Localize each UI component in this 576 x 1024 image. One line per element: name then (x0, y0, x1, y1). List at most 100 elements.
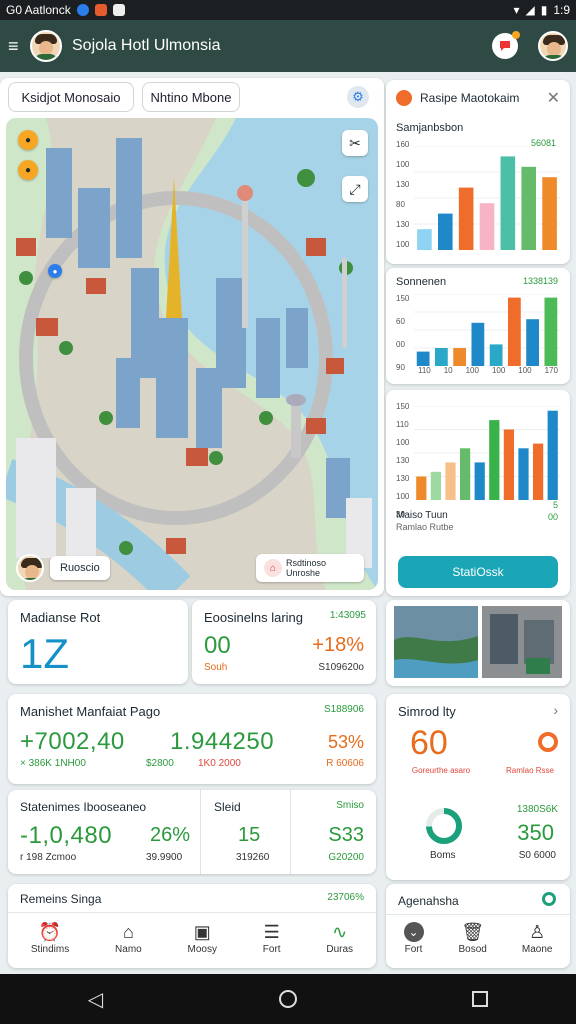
tab-duras[interactable]: ∿ Duras (326, 922, 353, 955)
back-icon[interactable]: ◁ (88, 987, 103, 1012)
bar-chart-2 (414, 294, 560, 366)
chart-bar (489, 420, 500, 500)
market-value-2: 1.944250 (170, 728, 275, 755)
home-icon: ⌂ (122, 922, 134, 942)
tab-fort[interactable]: ☰ Fort (263, 922, 281, 955)
app-title: Sojola Hotl Ulmonsia (72, 37, 221, 54)
chart-bar (474, 462, 485, 500)
menu-icon[interactable]: ≡ (8, 36, 24, 57)
chart-card-2: Sonnenen 1338139 150 60 00 90 110 10 100 100 1… (386, 268, 570, 384)
chevron-right-icon[interactable]: › (553, 702, 558, 718)
chart-bar (542, 177, 557, 250)
kpi-card-2[interactable]: Eoosinelns laring 1:43095 00 +18% Souh S… (192, 600, 376, 684)
marker-icon[interactable]: ● (18, 160, 38, 180)
simplify-card[interactable]: Simrod lty › 60 Goreurthe asaro Ramlao R… (386, 694, 570, 880)
rates-card[interactable]: Statenimes Ibooseaneo -1,0,480 26% r 198… (8, 790, 376, 874)
rates-col-label: Sleid (214, 800, 241, 814)
chart-bar (453, 348, 467, 366)
chart2-xticks: 110 10 100 100 100 170 (418, 366, 558, 375)
pin-icon: ⌂ (264, 559, 282, 577)
status-left-text: G0 Aatlonck (6, 3, 71, 17)
user-icon: ♙ (529, 922, 546, 942)
avatar[interactable] (30, 30, 62, 62)
chart-bar (500, 156, 516, 250)
chart1-yticks: 160 100 130 80 130 100 (396, 140, 410, 249)
marker-icon[interactable]: ● (18, 130, 38, 150)
bar-chart-3 (414, 406, 560, 500)
simplify-sub-2: Ramlao Rsse (505, 766, 554, 775)
chart-bar (417, 229, 432, 250)
kpi1-label: Madianse Rot (20, 610, 101, 625)
market-label: Manishet Manfaiat Pago (20, 704, 161, 719)
tab-right-maone[interactable]: ♙ Maone (522, 922, 553, 955)
location-pin-icon[interactable]: ● (48, 264, 62, 278)
chart2-value: 1338139 (522, 276, 558, 286)
wifi-icon: ▾ (513, 3, 520, 17)
tab-namo[interactable]: ⌂ Namo (115, 922, 142, 955)
rates-col-value: 15 (238, 824, 261, 846)
clock: 1:9 (553, 3, 570, 17)
tab-moosy[interactable]: ▣ Moosy (188, 922, 217, 955)
bottom-tab-card: Remeins Singa 23706% ⏰ Stindims ⌂ Namo ▣ Mo… (8, 884, 376, 968)
photo-thumbnails[interactable] (386, 600, 570, 686)
chart-bar (503, 429, 515, 500)
status-icon (542, 892, 556, 906)
rates-value-2: 26% (150, 824, 191, 846)
location-chip[interactable]: Ksidjot Monosaio (8, 82, 134, 112)
bar-chart-1 (414, 146, 560, 250)
filter-chip[interactable]: Nhtino Mbone (142, 82, 240, 112)
rates-label: Statenimes Ibooseaneo (20, 800, 147, 814)
chart1-subtitle: Samjanbsbon (396, 122, 464, 134)
city-map[interactable]: ✂ ⤢ ● ● ● Ruoscio ⌂ Rsdtinoso Unroshe (6, 118, 378, 590)
kpi2-value: 00 (204, 632, 231, 659)
kpi2-top-right: 1:43095 (329, 610, 366, 621)
chart-bar (416, 476, 427, 500)
right-card-label: Agenahsha (398, 894, 459, 908)
avatar (16, 554, 44, 582)
chart-bar (479, 203, 495, 250)
chart-card-1: Rasipe Maotokaim ✕ Samjanbsbon 56081 160… (386, 80, 570, 264)
right-tab-card: Agenahsha ⌄ Fort 🗑 Bosod ♙ Maone (386, 884, 570, 968)
chart-bar (532, 443, 544, 500)
market-sub-4: R 60606 (326, 758, 364, 769)
chart-bar (471, 322, 485, 366)
stats-button[interactable]: StatiOssk (398, 556, 558, 588)
kpi2-sub-left: Souh (204, 662, 228, 673)
simplify-sub-1: Goreurthe asaro (411, 766, 471, 775)
profile-avatar[interactable] (538, 31, 568, 61)
close-icon[interactable]: ✕ (547, 88, 560, 108)
system-nav-bar: ◁ (0, 974, 576, 1024)
list-icon: ☰ (263, 922, 280, 942)
kpi2-delta: +18% (312, 634, 364, 656)
market-sub-3: 1K0 2000 (198, 758, 241, 769)
trend-icon: ∿ (332, 922, 348, 942)
chart-bar (507, 297, 521, 366)
settings-icon[interactable]: ⚙ (347, 86, 369, 108)
chart-bar (547, 410, 558, 500)
rates-right-sub: G20200 (328, 852, 364, 863)
photo-card (386, 600, 570, 686)
chart-bar (489, 344, 503, 366)
chart-bar (430, 471, 442, 500)
kpi-card-1[interactable]: Madianse Rot 1Z (8, 600, 188, 684)
home-icon[interactable] (278, 990, 297, 1008)
recent-icon[interactable] (472, 991, 489, 1007)
battery-icon: ▮ (540, 3, 548, 17)
kpi1-value: 1Z (20, 630, 70, 677)
map-pill-left[interactable]: Ruoscio (16, 554, 110, 582)
chart3-legend-1: Maiso Tuun (396, 510, 448, 521)
notification-icon[interactable] (492, 31, 520, 59)
chart-bar (459, 448, 471, 500)
map-pill-right[interactable]: ⌂ Rsdtinoso Unroshe (256, 554, 364, 582)
market-value-1: +7002,40 (20, 728, 125, 755)
market-card[interactable]: Manishet Manfaiat Pago S188906 +7002,40 … (8, 694, 376, 784)
chart-bar (434, 348, 448, 366)
rates-value-1: -1,0,480 (20, 822, 113, 849)
tab-stindims[interactable]: ⏰ Stindims (31, 922, 69, 955)
layers-icon[interactable]: ✂ (342, 130, 368, 156)
rates-sub-2: 39.9900 (146, 852, 183, 863)
tab-right-bosod[interactable]: 🗑 Bosod (459, 922, 487, 955)
expand-icon[interactable]: ⤢ (342, 176, 368, 202)
map-illustration (6, 118, 378, 590)
tab-right-fort[interactable]: ⌄ Fort (403, 922, 424, 955)
